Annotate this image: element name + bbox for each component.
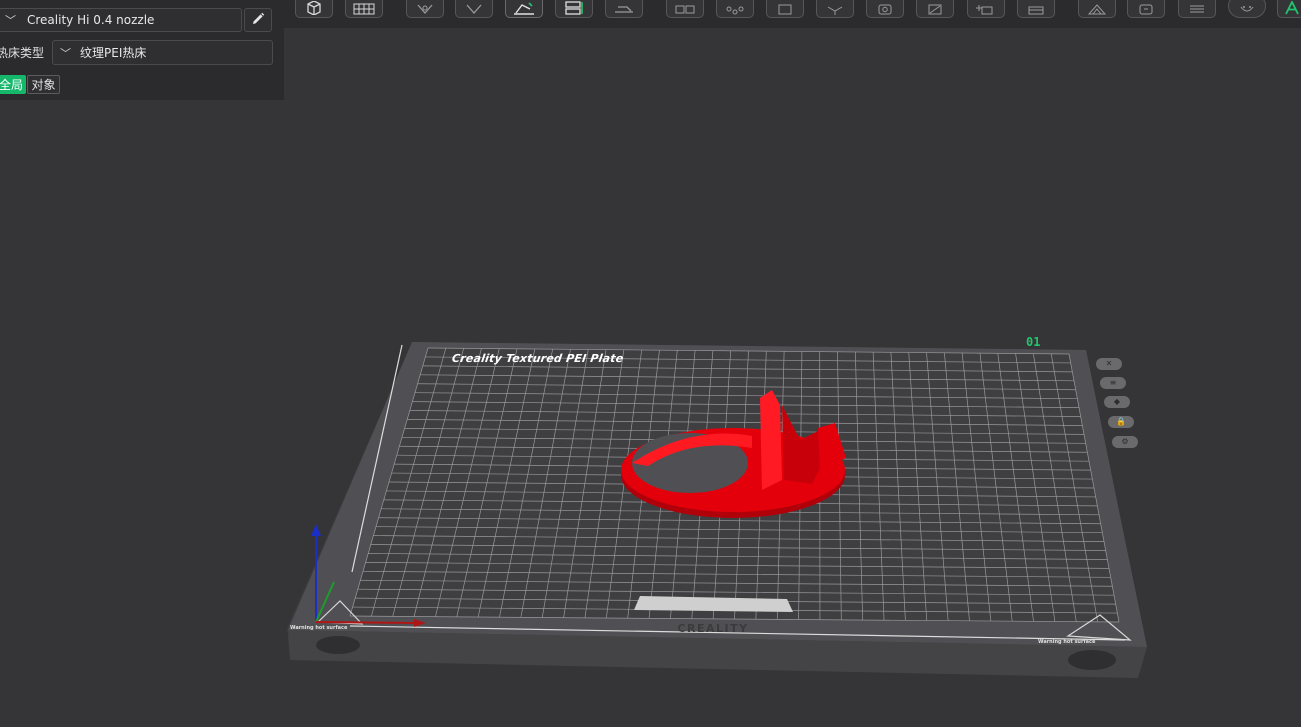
rotate-icon	[414, 3, 436, 15]
boundary-icon	[774, 3, 796, 15]
3d-viewport[interactable]: Creality Textured PEI Plate 01 CREALITY …	[0, 28, 1301, 727]
tool-layers-list[interactable]	[1178, 0, 1216, 18]
orient-plate-icon: ◆	[1113, 397, 1121, 406]
tool-shell[interactable]	[1127, 0, 1165, 18]
cube-view-icon	[305, 1, 323, 15]
plate-label: Creality Textured PEI Plate	[451, 352, 625, 365]
tool-arrange-grid[interactable]	[345, 0, 383, 18]
multi-part-icon	[674, 3, 696, 15]
plate-number: 01	[1026, 335, 1041, 349]
top-toolbar	[284, 0, 1301, 28]
tool-slice-plane[interactable]	[916, 0, 954, 18]
tool-orient[interactable]	[455, 0, 493, 18]
tool-assembly[interactable]	[1078, 0, 1116, 18]
brand-label: CREALITY	[677, 622, 749, 635]
warning-text-left: Warning hot surface	[290, 625, 348, 631]
layer-icon	[1025, 3, 1047, 15]
tool-support-paint[interactable]	[716, 0, 754, 18]
tool-lay-on-face[interactable]	[505, 0, 543, 18]
tool-text[interactable]	[1277, 0, 1301, 18]
tool-layer[interactable]	[1017, 0, 1055, 18]
lay-on-face-icon	[512, 1, 536, 15]
tool-cut[interactable]	[605, 0, 643, 18]
plate-settings-button[interactable]: ⚙	[1112, 436, 1138, 448]
tool-split[interactable]	[555, 0, 593, 18]
close-icon: ✕	[1105, 359, 1113, 368]
pencil-icon	[251, 11, 265, 30]
layers-list-icon	[1186, 3, 1208, 15]
add-part-icon	[975, 3, 997, 15]
assembly-icon	[1086, 3, 1108, 15]
split-icon	[563, 1, 585, 15]
arrange-grid-icon	[353, 3, 375, 15]
measure-icon	[824, 3, 846, 15]
warning-text-right: Warning hot surface	[1038, 639, 1096, 645]
arrange-icon: ≡	[1109, 378, 1117, 387]
slice-plane-icon	[924, 3, 946, 15]
plate-orient-button[interactable]: ◆	[1104, 396, 1130, 408]
tool-rotate[interactable]	[406, 0, 444, 18]
shell-icon	[1135, 3, 1157, 15]
tool-cube-view[interactable]	[295, 0, 333, 18]
tool-measure[interactable]	[816, 0, 854, 18]
tool-hollow[interactable]	[866, 0, 904, 18]
tool-seam[interactable]	[1228, 0, 1266, 18]
tool-multi-part[interactable]	[666, 0, 704, 18]
cut-icon	[613, 3, 635, 15]
plate-arrange-button[interactable]: ≡	[1100, 377, 1126, 389]
tool-add-part[interactable]	[967, 0, 1005, 18]
seam-icon	[1236, 3, 1258, 15]
grip-left	[316, 636, 360, 654]
lock-icon: 🔒	[1116, 417, 1126, 426]
plate-lock-button[interactable]: 🔒	[1108, 416, 1134, 428]
grip-right	[1068, 650, 1116, 670]
orient-icon	[463, 3, 485, 15]
support-paint-icon	[724, 3, 746, 15]
nozzle-value: Creality Hi 0.4 nozzle	[27, 13, 155, 27]
x-axis	[315, 621, 419, 624]
settings-icon: ⚙	[1121, 437, 1129, 446]
plate-close-button[interactable]: ✕	[1096, 358, 1122, 370]
hollow-icon	[874, 3, 896, 15]
app-window: ﹀ Creality Hi 0.4 nozzle 热床类型 ﹀ 纹理PEI热床 …	[0, 0, 1301, 727]
chevron-down-icon: ﹀	[5, 14, 16, 27]
tool-boundary[interactable]	[766, 0, 804, 18]
text-tool-icon	[1283, 1, 1301, 15]
